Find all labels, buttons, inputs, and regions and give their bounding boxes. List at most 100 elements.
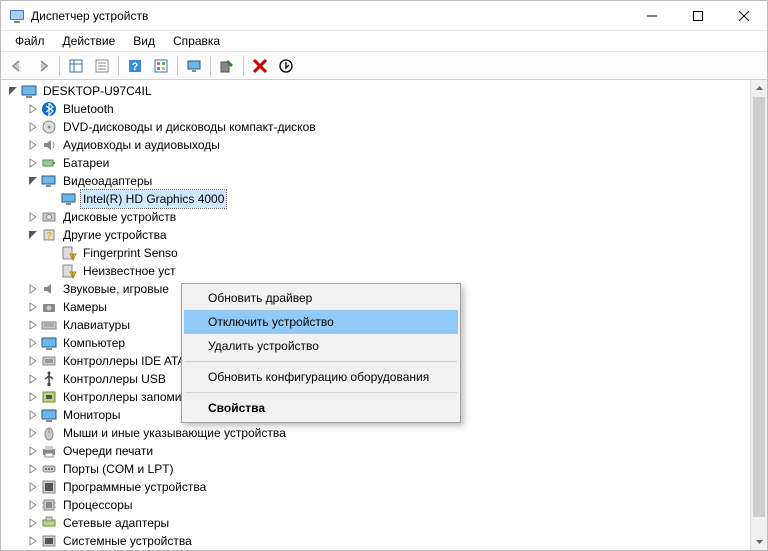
- menu-file[interactable]: Файл: [7, 32, 53, 50]
- close-button[interactable]: [721, 1, 767, 31]
- forward-button[interactable]: [31, 54, 55, 78]
- category-disk[interactable]: Дисковые устройств: [5, 208, 750, 226]
- expander-closed-icon[interactable]: [25, 119, 41, 135]
- node-label: Дисковые устройств: [61, 208, 178, 226]
- warning-device-icon: !: [61, 263, 77, 279]
- cpu-icon: [41, 497, 57, 513]
- ctx-disable-device[interactable]: Отключить устройство: [184, 310, 458, 334]
- ctx-properties[interactable]: Свойства: [184, 396, 458, 420]
- ctx-scan-hardware[interactable]: Обновить конфигурацию оборудования: [184, 365, 458, 389]
- expander-closed-icon[interactable]: [25, 155, 41, 171]
- storage-controller-icon: [41, 389, 57, 405]
- show-hide-tree-button[interactable]: [64, 54, 88, 78]
- category-cpu[interactable]: Процессоры: [5, 496, 750, 514]
- ctx-update-driver[interactable]: Обновить драйвер: [184, 286, 458, 310]
- expander-closed-icon[interactable]: [25, 371, 41, 387]
- device-fingerprint-sensor[interactable]: ! Fingerprint Senso: [5, 244, 750, 262]
- node-label: Системные устройства: [61, 532, 194, 550]
- toolbar: ?: [1, 52, 767, 80]
- network-icon: [41, 515, 57, 531]
- scroll-down-button[interactable]: [751, 533, 767, 550]
- menu-help[interactable]: Справка: [165, 32, 228, 50]
- category-video[interactable]: Видеоадаптеры: [5, 172, 750, 190]
- maximize-button[interactable]: [675, 1, 721, 31]
- toolbar-separator: [118, 56, 119, 76]
- monitor-button[interactable]: [182, 54, 206, 78]
- scrollbar-thumb[interactable]: [753, 97, 765, 517]
- ctx-uninstall-device[interactable]: Удалить устройство: [184, 334, 458, 358]
- expander-closed-icon[interactable]: [25, 353, 41, 369]
- warning-device-icon: !: [61, 245, 77, 261]
- expander-closed-icon[interactable]: [25, 407, 41, 423]
- root-node[interactable]: DESKTOP-U97C4IL: [5, 82, 750, 100]
- node-label: Другие устройства: [61, 226, 169, 244]
- expander-closed-icon[interactable]: [25, 479, 41, 495]
- disc-drive-icon: [41, 119, 57, 135]
- category-dvd[interactable]: DVD-дисководы и дисководы компакт-дисков: [5, 118, 750, 136]
- scroll-up-button[interactable]: [751, 80, 767, 97]
- node-label: Звуковые, игровые: [61, 280, 171, 298]
- vertical-scrollbar[interactable]: [750, 80, 767, 550]
- device-intel-hd-graphics[interactable]: Intel(R) HD Graphics 4000: [5, 190, 750, 208]
- audio-icon: [41, 137, 57, 153]
- expander-closed-icon[interactable]: [25, 497, 41, 513]
- expander-closed-icon[interactable]: [25, 389, 41, 405]
- expander-closed-icon[interactable]: [25, 443, 41, 459]
- toolbar-separator: [177, 56, 178, 76]
- scan-hardware-button[interactable]: [215, 54, 239, 78]
- scrollbar-track[interactable]: [751, 97, 767, 533]
- action-button[interactable]: [149, 54, 173, 78]
- menu-view[interactable]: Вид: [125, 32, 163, 50]
- category-printq[interactable]: Очереди печати: [5, 442, 750, 460]
- expander-closed-icon[interactable]: [25, 299, 41, 315]
- node-label: DVD-дисководы и дисководы компакт-дисков: [61, 118, 318, 136]
- expander-closed-icon[interactable]: [25, 137, 41, 153]
- properties-button[interactable]: [90, 54, 114, 78]
- node-label: Мониторы: [61, 406, 122, 424]
- expander-closed-icon[interactable]: [25, 101, 41, 117]
- expander-closed-icon[interactable]: [25, 533, 41, 549]
- toolbar-separator: [243, 56, 244, 76]
- node-label: Камеры: [61, 298, 109, 316]
- expander-open-icon[interactable]: [5, 83, 21, 99]
- disable-button[interactable]: [274, 54, 298, 78]
- category-ports[interactable]: Порты (COM и LPT): [5, 460, 750, 478]
- node-label: Bluetooth: [61, 100, 116, 118]
- expander-closed-icon[interactable]: [25, 461, 41, 477]
- expander-closed-icon[interactable]: [25, 335, 41, 351]
- titlebar: Диспетчер устройств: [1, 1, 767, 31]
- expander-closed-icon[interactable]: [25, 515, 41, 531]
- toolbar-separator: [59, 56, 60, 76]
- other-devices-icon: ?: [41, 227, 57, 243]
- minimize-button[interactable]: [629, 1, 675, 31]
- device-unknown[interactable]: ! Неизвестное уст: [5, 262, 750, 280]
- category-audio[interactable]: Аудиовходы и аудиовыходы: [5, 136, 750, 154]
- category-bluetooth[interactable]: Bluetooth: [5, 100, 750, 118]
- ctx-separator: [185, 392, 457, 393]
- app-icon: [9, 8, 25, 24]
- node-label: DESKTOP-U97C4IL: [41, 82, 154, 100]
- camera-icon: [41, 299, 57, 315]
- expander-closed-icon[interactable]: [25, 317, 41, 333]
- node-label: Клавиатуры: [61, 316, 132, 334]
- menu-action[interactable]: Действие: [55, 32, 124, 50]
- category-battery[interactable]: Батареи: [5, 154, 750, 172]
- help-button[interactable]: ?: [123, 54, 147, 78]
- category-other[interactable]: ? Другие устройства: [5, 226, 750, 244]
- expander-open-icon[interactable]: [25, 173, 41, 189]
- category-software[interactable]: Программные устройства: [5, 478, 750, 496]
- uninstall-button[interactable]: [248, 54, 272, 78]
- node-label: Видеоадаптеры: [61, 172, 154, 190]
- system-device-icon: [41, 533, 57, 549]
- back-button[interactable]: [5, 54, 29, 78]
- expander-open-icon[interactable]: [25, 227, 41, 243]
- category-system[interactable]: Системные устройства: [5, 532, 750, 550]
- expander-closed-icon[interactable]: [25, 425, 41, 441]
- usb-icon: [41, 371, 57, 387]
- category-mouse[interactable]: Мыши и иные указывающие устройства: [5, 424, 750, 442]
- node-label: Intel(R) HD Graphics 4000: [81, 190, 226, 208]
- expander-closed-icon[interactable]: [25, 209, 41, 225]
- category-net[interactable]: Сетевые адаптеры: [5, 514, 750, 532]
- expander-closed-icon[interactable]: [25, 281, 41, 297]
- keyboard-icon: [41, 317, 57, 333]
